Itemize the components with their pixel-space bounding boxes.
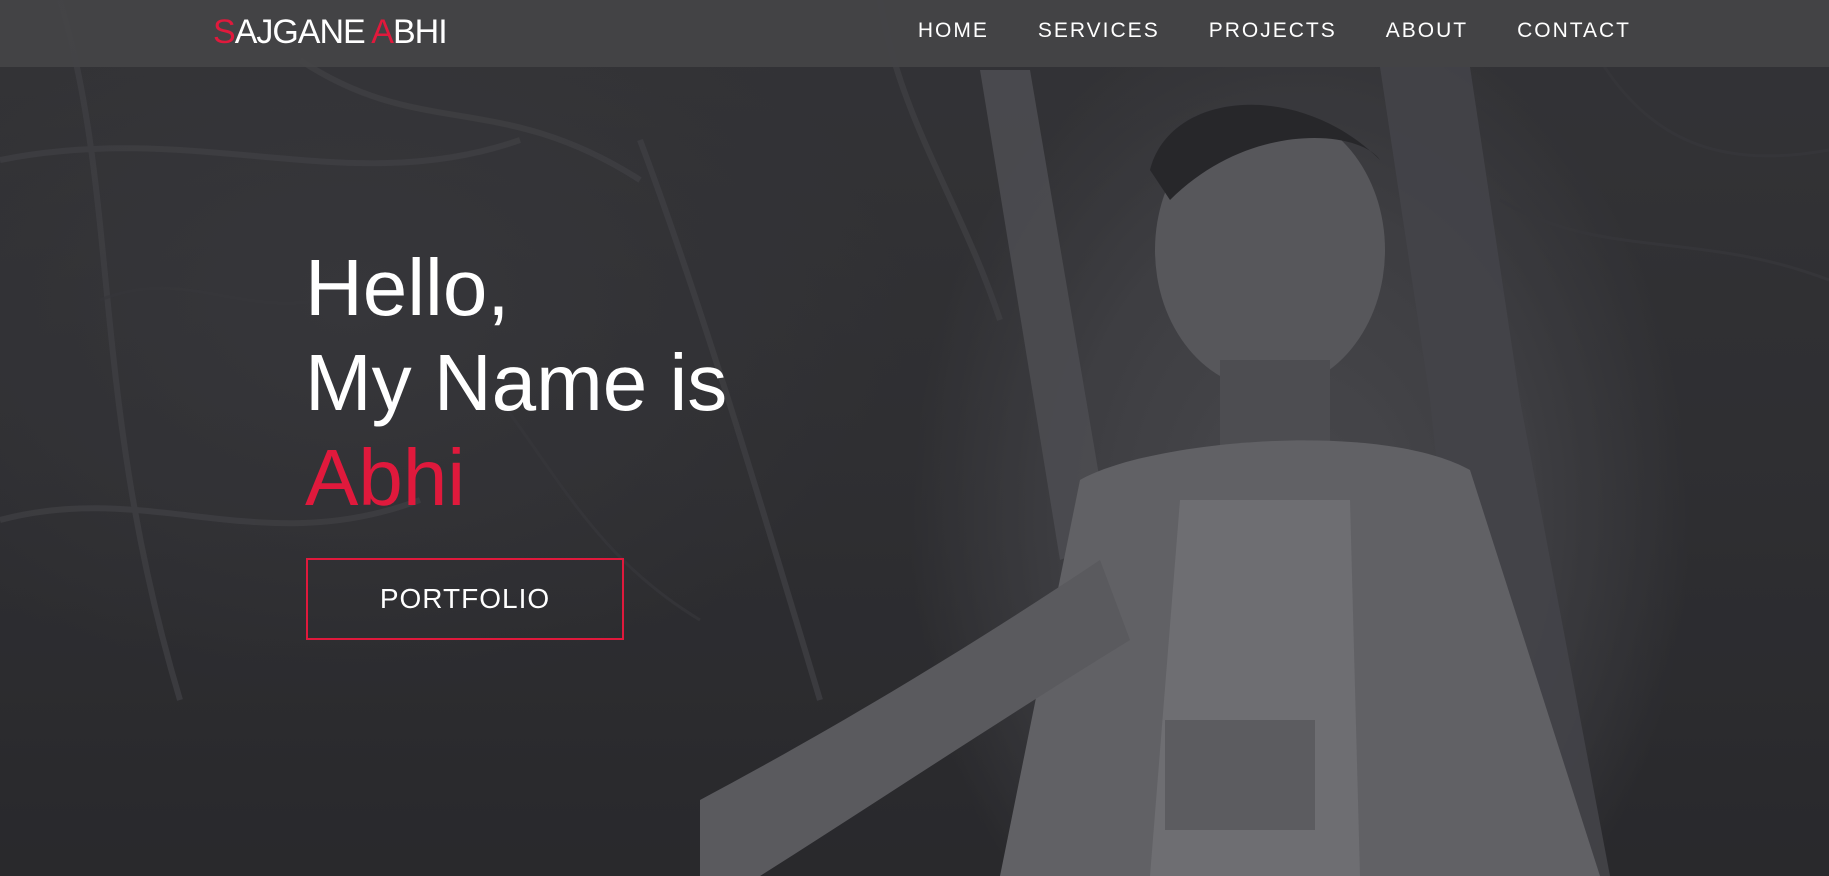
site-logo[interactable]: SAJGANE ABHI xyxy=(213,13,448,52)
headline-line-my-name: My Name is xyxy=(305,338,728,427)
nav-link-projects[interactable]: PROJECTS xyxy=(1209,19,1337,43)
headline-line-hello: Hello, xyxy=(305,243,510,332)
nav-link-services[interactable]: SERVICES xyxy=(1038,19,1160,43)
logo-accent-letter-2: A xyxy=(371,13,394,51)
headline-name: Abhi xyxy=(305,433,466,522)
logo-text-2: BHI xyxy=(392,13,448,51)
nav-links: HOME SERVICES PROJECTS ABOUT CONTACT xyxy=(918,19,1631,43)
top-navbar: SAJGANE ABHI HOME SERVICES PROJECTS ABOU… xyxy=(0,0,1829,67)
nav-link-home[interactable]: HOME xyxy=(918,19,989,43)
nav-link-about[interactable]: ABOUT xyxy=(1386,19,1468,43)
logo-accent-letter-1: S xyxy=(213,13,236,51)
hero-section: SAJGANE ABHI HOME SERVICES PROJECTS ABOU… xyxy=(0,0,1829,876)
logo-text-1: AJGANE xyxy=(234,13,372,51)
hero-headline: Hello, My Name is Abhi xyxy=(305,240,727,525)
nav-link-contact[interactable]: CONTACT xyxy=(1517,19,1631,43)
portfolio-button[interactable]: PORTFOLIO xyxy=(306,558,624,640)
dark-overlay xyxy=(0,0,1829,876)
